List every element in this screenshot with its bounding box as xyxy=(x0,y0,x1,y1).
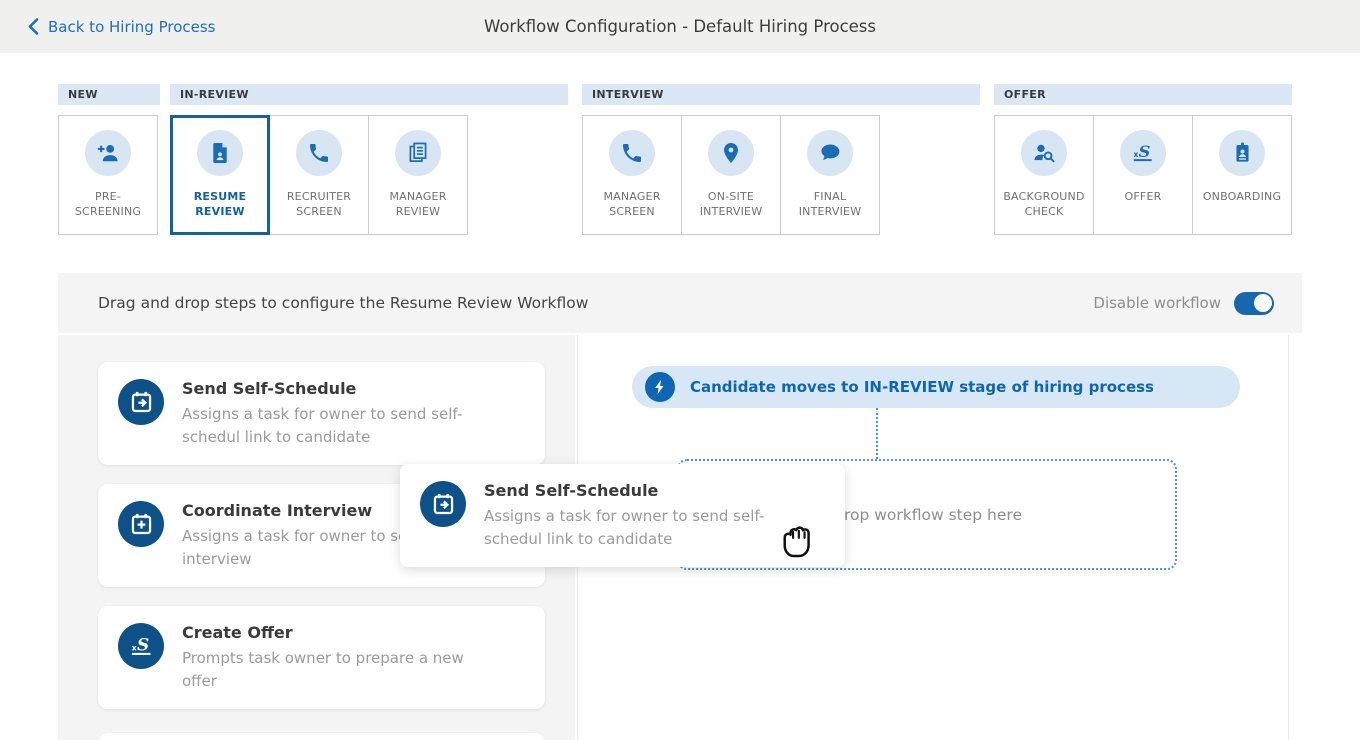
top-bar: Workflow Configuration - Default Hiring … xyxy=(0,0,1360,53)
signature-icon: S x xyxy=(1120,130,1166,176)
chat-bubble-icon xyxy=(807,130,853,176)
stage-step-recruiter-screen[interactable]: RECRUITER SCREEN xyxy=(269,115,369,235)
grabbing-hand-cursor xyxy=(777,517,815,571)
stage-step-label: PRE-SCREENING xyxy=(62,189,154,221)
library-card-description: Prompts task owner to prepare a new offe… xyxy=(182,647,482,692)
stage-step-offer[interactable]: S x OFFER xyxy=(1093,115,1193,235)
person-search-icon xyxy=(1021,130,1067,176)
stage-step-label: RECRUITER SCREEN xyxy=(273,189,365,221)
library-card-description: Assigns a task for owner to send self-sc… xyxy=(182,403,482,448)
stage-header-offer: OFFER xyxy=(994,84,1292,105)
stage-step-label: FINAL INTERVIEW xyxy=(784,189,876,221)
stage-step-manager-screen[interactable]: MANAGER SCREEN xyxy=(582,115,682,235)
svg-text:S: S xyxy=(137,634,149,654)
person-plus-icon xyxy=(85,130,131,176)
library-card-partial[interactable] xyxy=(98,733,545,740)
stage-step-background-check[interactable]: BACKGROUND CHECK xyxy=(994,115,1094,235)
stage-step-label: MANAGER SCREEN xyxy=(586,189,678,221)
stage-step-label: ONBOARDING xyxy=(1196,189,1288,221)
documents-icon xyxy=(395,130,441,176)
phone-icon xyxy=(296,130,342,176)
stage-header-interview: INTERVIEW xyxy=(582,84,980,105)
stage-step-resume-review[interactable]: RESUME REVIEW xyxy=(170,115,270,235)
stage-step-label: ON-SITE INTERVIEW xyxy=(685,189,777,221)
stage-step-label: OFFER xyxy=(1097,189,1189,221)
calendar-send-icon xyxy=(420,481,466,527)
stage-step-manager-review[interactable]: MANAGER REVIEW xyxy=(368,115,468,235)
workflow-connector-line xyxy=(876,408,878,459)
workflow-trigger-node[interactable]: Candidate moves to IN-REVIEW stage of hi… xyxy=(632,366,1240,408)
dropzone-label: Drop workflow step here xyxy=(832,506,1022,524)
stage-step-on-site-interview[interactable]: ON-SITE INTERVIEW xyxy=(681,115,781,235)
trigger-label: Candidate moves to IN-REVIEW stage of hi… xyxy=(690,378,1154,396)
svg-text:x: x xyxy=(1133,149,1138,158)
svg-text:S: S xyxy=(1139,141,1151,160)
stage-step-final-interview[interactable]: FINAL INTERVIEW xyxy=(780,115,880,235)
stage-step-onboarding[interactable]: ONBOARDING xyxy=(1192,115,1292,235)
badge-icon xyxy=(1219,130,1265,176)
resume-icon xyxy=(197,130,243,176)
phone-icon xyxy=(609,130,655,176)
config-bar: Drag and drop steps to configure the Res… xyxy=(58,273,1302,333)
chevron-left-icon xyxy=(28,18,39,35)
library-card-title: Send Self-Schedule xyxy=(182,379,482,398)
stage-header-in-review: IN-REVIEW xyxy=(170,84,568,105)
stage-header-new: NEW xyxy=(58,84,160,105)
dragged-card-description: Assigns a task for owner to send self-sc… xyxy=(484,505,784,550)
config-instruction: Drag and drop steps to configure the Res… xyxy=(98,294,588,312)
back-link[interactable]: Back to Hiring Process xyxy=(28,0,216,53)
library-card-send-self-schedule[interactable]: Send Self-Schedule Assigns a task for ow… xyxy=(98,362,545,465)
stage-step-pre-screening[interactable]: PRE-SCREENING xyxy=(58,115,158,235)
location-pin-icon xyxy=(708,130,754,176)
library-card-create-offer[interactable]: S x Create Offer Prompts task owner to p… xyxy=(98,606,545,709)
dragged-card-title: Send Self-Schedule xyxy=(484,481,784,500)
stage-step-label: BACKGROUND CHECK xyxy=(998,189,1090,221)
stage-step-label: RESUME REVIEW xyxy=(174,189,266,221)
library-card-title: Create Offer xyxy=(182,623,482,642)
calendar-plus-icon xyxy=(118,501,164,547)
stage-step-label: MANAGER REVIEW xyxy=(372,189,464,221)
lightning-icon xyxy=(645,372,675,402)
svg-text:x: x xyxy=(131,643,136,652)
toggle-knob xyxy=(1254,294,1272,312)
stage-group-interview: INTERVIEW MANAGER SCREEN ON-SITE INTERVI… xyxy=(582,84,980,235)
calendar-send-icon xyxy=(118,379,164,425)
disable-workflow-toggle[interactable] xyxy=(1234,292,1274,315)
stage-group-new: NEW PRE-SCREENING xyxy=(58,84,160,235)
toggle-label: Disable workflow xyxy=(1093,294,1221,312)
signature-icon: S x xyxy=(118,623,164,669)
stage-group-offer: OFFER BACKGROUND CHECK S x OFFE xyxy=(994,84,1292,235)
back-link-label: Back to Hiring Process xyxy=(48,18,216,36)
stage-group-in-review: IN-REVIEW RESUME REVIEW RECRUITER SCREEN xyxy=(170,84,568,235)
